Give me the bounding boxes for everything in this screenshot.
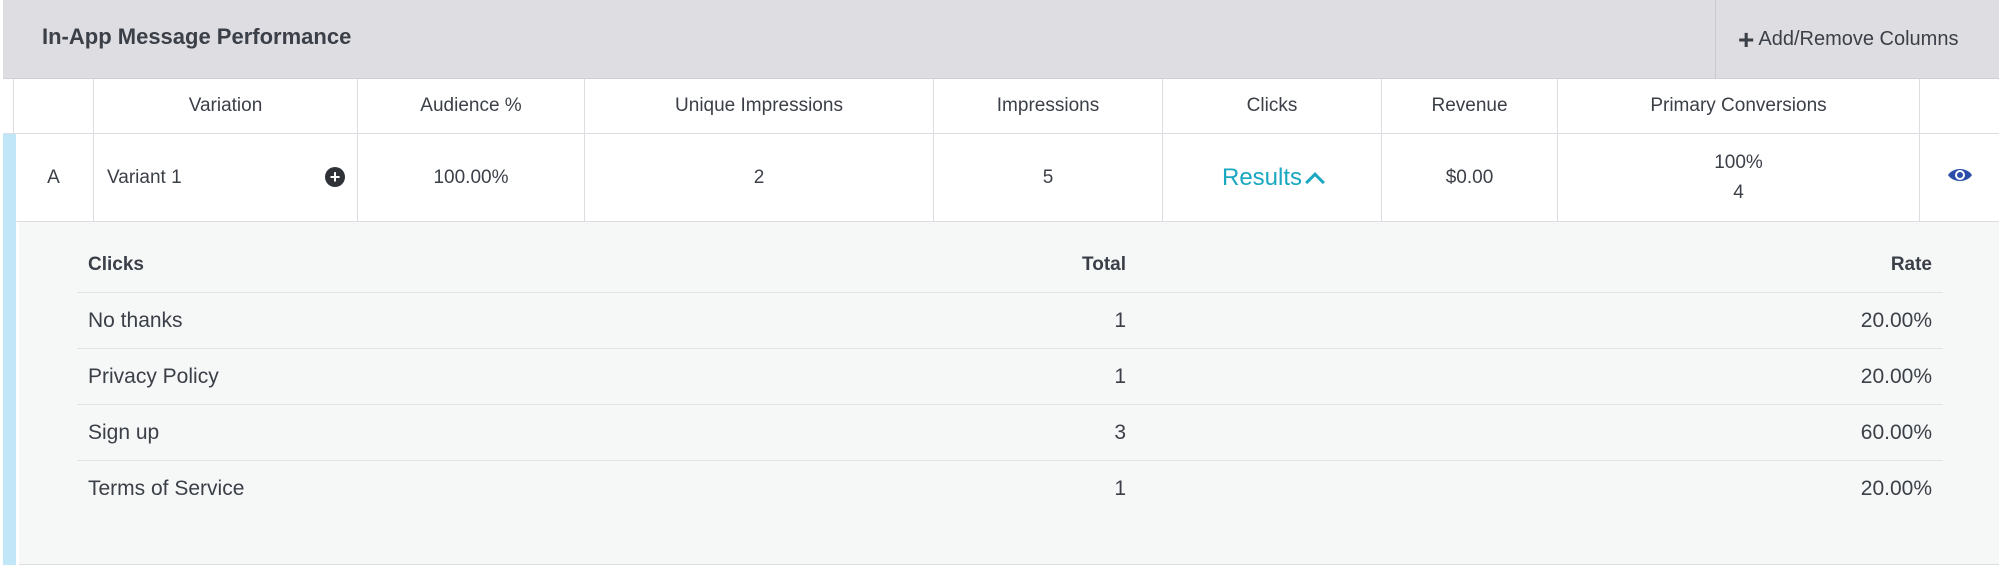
click-rate: 20.00% (1860, 308, 1932, 332)
clicks-breakdown-panel: Clicks Total Rate No thanks 1 20.00% Pri… (19, 222, 1999, 565)
clicks-breakdown-header: Clicks Total Rate (77, 237, 1943, 293)
column-header-clicks: Clicks (1162, 79, 1381, 133)
column-header-revenue: Revenue (1381, 79, 1557, 133)
revenue-value: $0.00 (1381, 134, 1557, 221)
list-item: No thanks 1 20.00% (77, 293, 1943, 349)
click-total: 3 (1114, 420, 1126, 444)
unique-impressions-value: 2 (584, 134, 933, 221)
impressions-value: 5 (933, 134, 1162, 221)
click-total: 1 (1114, 477, 1126, 500)
column-header-unique-impressions: Unique Impressions (584, 79, 933, 133)
results-label: Results (1221, 163, 1303, 191)
clicks-cell: Results (1162, 134, 1381, 221)
list-item: Terms of Service 1 20.00% (77, 461, 1943, 517)
variant-color-bar (3, 134, 16, 565)
list-item: Privacy Policy 1 20.00% (77, 349, 1943, 405)
variant-letter: A (13, 134, 93, 221)
column-header-impressions: Impressions (933, 79, 1162, 133)
click-rate: 60.00% (1860, 420, 1932, 444)
conversion-count: 4 (1733, 181, 1744, 203)
primary-conversions-cell: 100% 4 (1557, 134, 1919, 221)
preview-cell (1919, 134, 1999, 221)
click-rate: 20.00% (1860, 364, 1932, 388)
plus-circle-icon[interactable]: + (325, 167, 345, 187)
variant-name: Variant 1 (107, 166, 182, 188)
table-row: A Variant 1 + 100.00% 2 5 Results $0.00 … (3, 134, 1999, 222)
performance-panel: In-App Message Performance + Add/Remove … (3, 0, 1999, 569)
click-target-name: Terms of Service (88, 477, 245, 500)
column-header-actions (1919, 79, 1999, 133)
add-remove-columns-label: Add/Remove Columns (1758, 28, 1959, 50)
breakdown-header-total: Total (1082, 253, 1126, 275)
add-remove-columns-button[interactable]: + Add/Remove Columns (1715, 0, 1999, 79)
chevron-up-icon (1305, 171, 1325, 192)
variant-name-cell: Variant 1 + (93, 134, 357, 221)
plus-icon: + (1738, 23, 1755, 55)
click-total: 1 (1114, 308, 1126, 332)
column-header-letter (13, 79, 93, 133)
column-header-audience: Audience % (357, 79, 584, 133)
click-target-name: Sign up (88, 420, 160, 444)
list-item: Sign up 3 60.00% (77, 405, 1943, 461)
column-header-variation: Variation (93, 79, 357, 133)
results-toggle-link[interactable]: Results (1221, 163, 1325, 192)
breakdown-header-clicks: Clicks (88, 253, 144, 275)
breakdown-header-rate: Rate (1890, 253, 1932, 275)
table-header-row: Variation Audience % Unique Impressions … (3, 79, 1999, 134)
eye-icon[interactable] (1946, 165, 1974, 191)
click-target-name: Privacy Policy (88, 364, 219, 388)
panel-title: In-App Message Performance (42, 24, 352, 49)
panel-header: In-App Message Performance + Add/Remove … (3, 0, 1999, 79)
click-target-name: No thanks (88, 308, 183, 332)
column-header-primary-conversions: Primary Conversions (1557, 79, 1919, 133)
audience-value: 100.00% (357, 134, 584, 221)
click-rate: 20.00% (1860, 477, 1932, 500)
click-total: 1 (1114, 364, 1126, 388)
conversion-rate: 100% (1714, 151, 1763, 173)
